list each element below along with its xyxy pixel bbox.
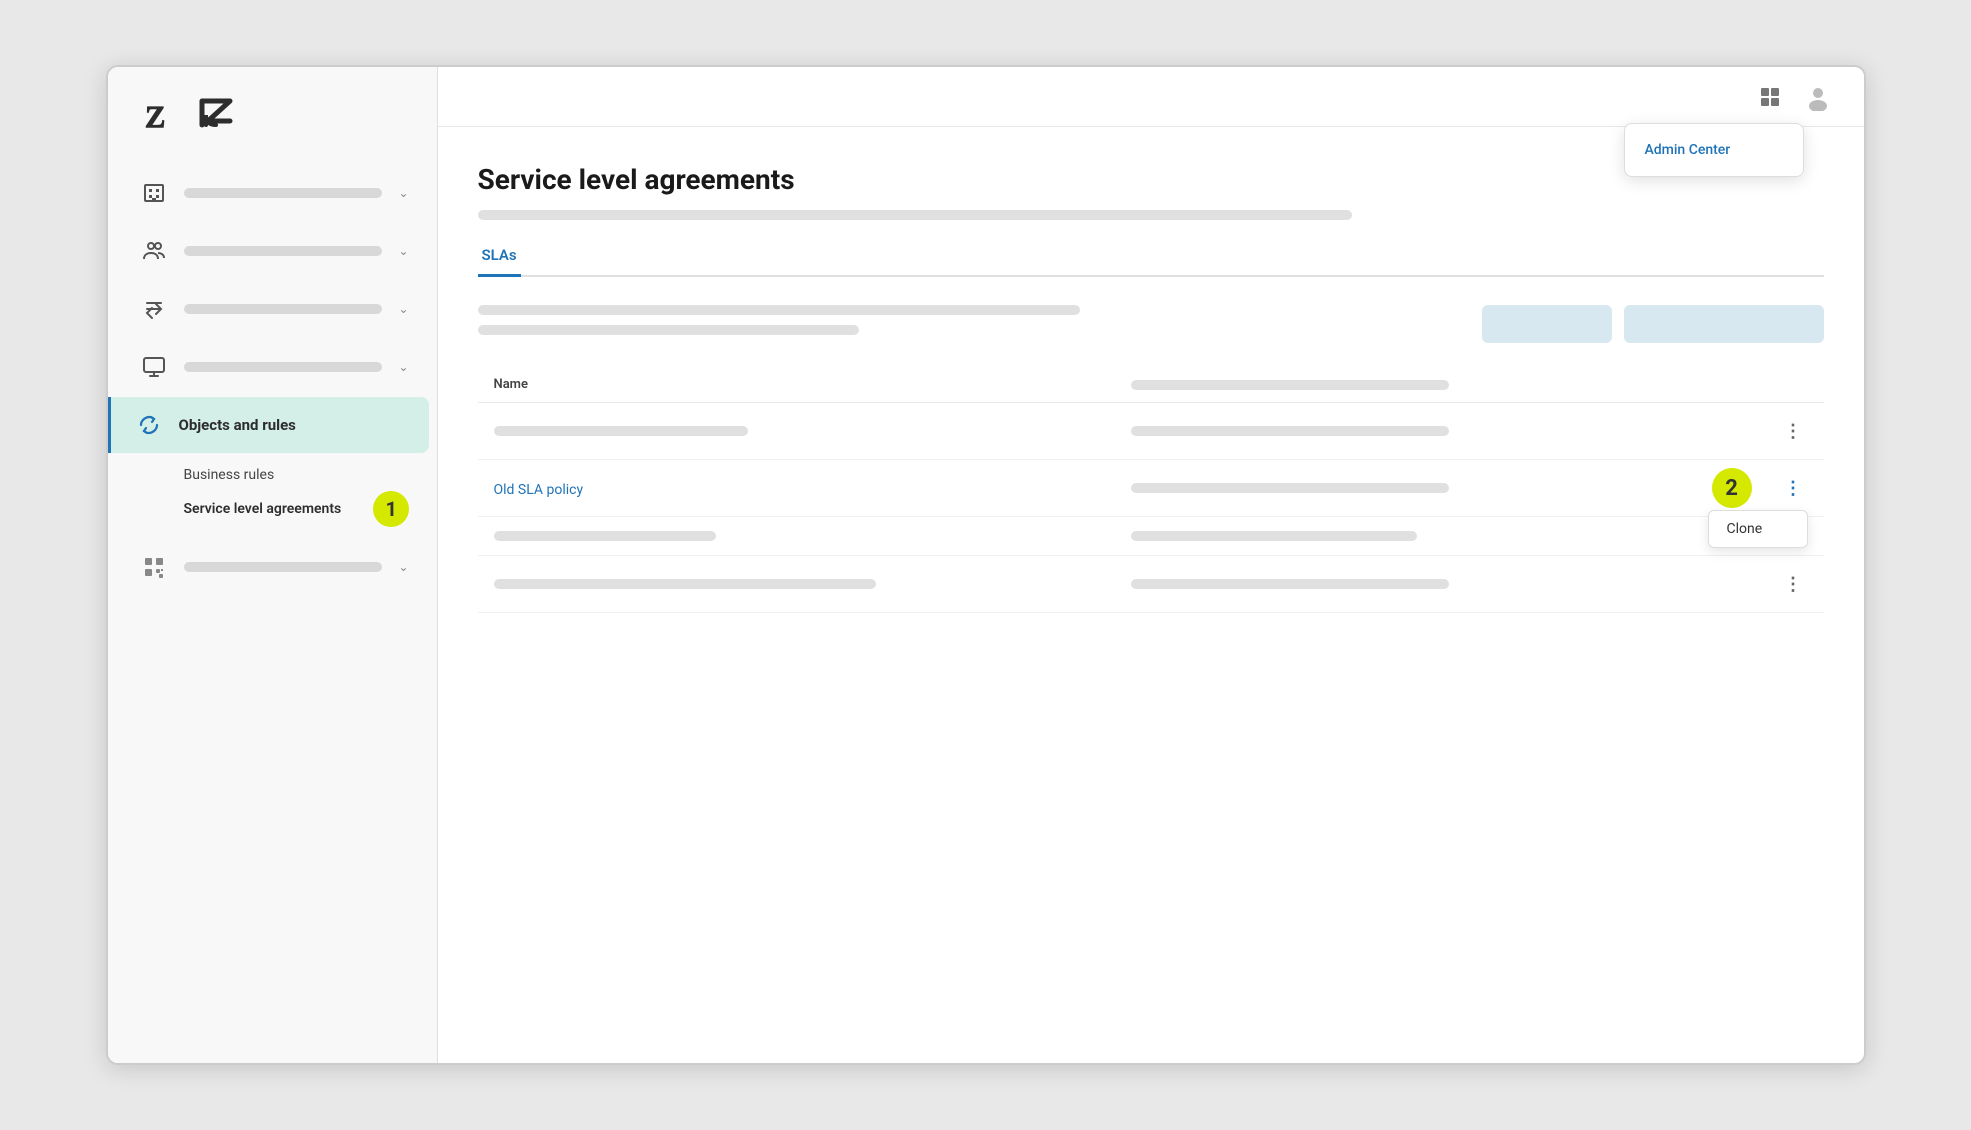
sub-nav-item-business-rules[interactable]: Business rules <box>172 460 433 490</box>
row-more-button[interactable]: ⋮ <box>1780 417 1808 445</box>
name-cell-link: Old SLA policy <box>494 479 1131 498</box>
desc-skeleton-2 <box>478 305 1080 315</box>
step2-badge: 2 <box>1712 468 1752 508</box>
action-button-1[interactable] <box>1482 305 1612 343</box>
detail-cell-skeleton <box>1131 579 1450 589</box>
table-row-old-sla: Old SLA policy 2 ⋮ Clone <box>478 460 1824 517</box>
admin-center-link[interactable]: Admin Center <box>1625 132 1803 168</box>
row-more-button-sla[interactable]: ⋮ <box>1780 474 1808 502</box>
chevron-down-icon: ⌄ <box>398 360 408 374</box>
desc-skeleton-3 <box>478 325 860 335</box>
detail-cell-skeleton <box>1131 483 1450 493</box>
col-detail-skeleton <box>1131 380 1450 390</box>
admin-center-dropdown: Admin Center <box>1624 123 1804 177</box>
name-cell-skeleton <box>494 579 876 589</box>
page-title: Service level agreements <box>478 163 1824 196</box>
tabs: SLAs <box>478 236 1824 277</box>
row-more-button[interactable]: ⋮ <box>1780 570 1808 598</box>
main-content: Admin Center Service level agreements SL… <box>438 67 1864 1063</box>
sidebar-item-people[interactable]: ⌄ <box>116 223 429 279</box>
detail-cell-skeleton <box>1131 531 1418 541</box>
sidebar-item-apps[interactable]: ⌄ <box>116 539 429 595</box>
nav-label-skeleton <box>184 362 383 372</box>
nav-label-skeleton <box>184 304 383 314</box>
name-cell-skeleton <box>494 531 717 541</box>
desc-text-area <box>478 305 1482 343</box>
chevron-down-icon: ⌄ <box>398 186 408 200</box>
actions-cell-sla: 2 ⋮ Clone <box>1768 474 1808 502</box>
desc-buttons <box>1482 305 1824 343</box>
chevron-down-icon: ⌄ <box>398 244 408 258</box>
sidebar: ꮓ <box>108 67 438 1063</box>
sla-table: Name ⋮ Old SLA policy <box>478 367 1824 613</box>
chevron-down-icon: ⌄ <box>398 302 408 316</box>
sidebar-nav: ⌄ ⌄ <box>108 155 437 1063</box>
zendesk-logo-svg <box>192 87 244 139</box>
name-cell-skeleton <box>494 426 749 436</box>
desc-skeleton-1 <box>478 210 1353 220</box>
page-content: Service level agreements SLAs <box>438 127 1864 1063</box>
sub-nav: Business rules Service level agreements … <box>108 455 437 531</box>
sub-nav-item-sla[interactable]: Service level agreements <box>172 494 354 524</box>
clone-menu-item[interactable]: Clone <box>1709 511 1807 547</box>
actions-cell: ⋮ <box>1768 417 1808 445</box>
table-row <box>478 517 1824 556</box>
table-row: ⋮ <box>478 556 1824 613</box>
desc-area <box>478 305 1824 343</box>
top-bar: Admin Center <box>438 67 1864 127</box>
sidebar-item-workspaces[interactable]: ⌄ <box>116 339 429 395</box>
step1-badge: 1 <box>373 491 409 527</box>
profile-button[interactable] <box>1800 79 1836 115</box>
sidebar-item-home[interactable]: ⌄ <box>116 165 429 221</box>
objects-rules-icon <box>131 407 167 443</box>
app-frame: ꮓ <box>106 65 1866 1065</box>
grid-icon <box>1758 85 1782 109</box>
people-icon <box>136 233 172 269</box>
col-name-header: Name <box>494 377 1131 392</box>
apps-icon <box>136 549 172 585</box>
sidebar-logo: ꮓ <box>108 67 437 155</box>
svg-text:ꮓ: ꮓ <box>145 88 165 137</box>
table-header: Name <box>478 367 1824 403</box>
action-button-2[interactable] <box>1624 305 1824 343</box>
old-sla-policy-link[interactable]: Old SLA policy <box>494 482 584 498</box>
zendesk-logo: ꮓ <box>140 87 192 139</box>
nav-label-skeleton <box>184 188 383 198</box>
monitor-icon <box>136 349 172 385</box>
nav-label-skeleton <box>184 562 383 572</box>
chevron-down-icon: ⌄ <box>398 560 408 574</box>
arrows-icon <box>136 291 172 327</box>
nav-label-skeleton <box>184 246 383 256</box>
objects-rules-label: Objects and rules <box>179 416 409 434</box>
sidebar-item-channels[interactable]: ⌄ <box>116 281 429 337</box>
actions-cell: ⋮ <box>1768 570 1808 598</box>
profile-icon <box>1804 83 1832 111</box>
context-menu: Clone <box>1708 510 1808 548</box>
apps-grid-button[interactable] <box>1752 79 1788 115</box>
building-icon <box>136 175 172 211</box>
tab-slas[interactable]: SLAs <box>478 236 521 277</box>
table-row: ⋮ <box>478 403 1824 460</box>
detail-cell-skeleton <box>1131 426 1450 436</box>
sidebar-item-objects-rules[interactable]: Objects and rules <box>108 397 429 453</box>
